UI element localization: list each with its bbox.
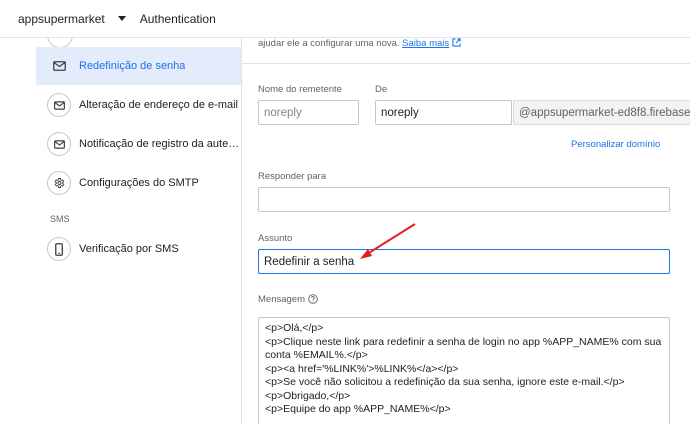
sender-name-input[interactable]: noreply (258, 100, 359, 125)
help-circle-icon[interactable] (308, 294, 318, 304)
phone-icon (47, 237, 71, 261)
reply-to-input[interactable] (258, 187, 670, 212)
sidebar-item-sms-verification[interactable]: Verificação por SMS (36, 230, 241, 268)
customize-domain-button[interactable]: Personalizar domínio (571, 139, 660, 150)
sms-section-header: SMS (50, 214, 70, 224)
from-domain-field: @appsupermarket-ed8f8.firebaseapp.com (513, 100, 690, 125)
reply-to-label: Responder para (258, 171, 327, 182)
templates-sidebar: Redefinição de senha Alteração de endere… (36, 38, 242, 424)
from-input[interactable]: noreply (375, 100, 512, 125)
message-line: <p>Se você não solicitou a redefinição d… (265, 376, 625, 388)
sidebar-item-password-reset[interactable]: Redefinição de senha (36, 47, 241, 85)
header-divider (242, 63, 690, 64)
envelope-icon (47, 93, 71, 117)
subject-label: Assunto (258, 233, 293, 244)
message-line: <p>Olá,</p> (265, 322, 324, 334)
envelope-icon (47, 54, 71, 78)
external-link-icon[interactable] (452, 38, 461, 47)
sidebar-item-email-change[interactable]: Alteração de endereço de e-mail (36, 86, 241, 124)
template-editor: ajudar ele a configurar uma nova. Saiba … (242, 38, 690, 424)
sidebar-item-label: Redefinição de senha (79, 60, 186, 72)
sender-name-label: Nome do remetente (258, 84, 342, 95)
message-line: <p>Clique neste link para redefinir a se… (265, 335, 665, 362)
message-line: <p><a href='%LINK%'>%LINK%</a></p> (265, 362, 459, 375)
envelope-icon (47, 132, 71, 156)
sidebar-item-smtp-settings[interactable]: Configurações do SMTP (36, 164, 241, 202)
project-name[interactable]: appsupermarket (18, 12, 105, 26)
sidebar-item-label: Notificação de registro da autenticação … (79, 138, 241, 150)
sidebar-item-mfa-notification[interactable]: Notificação de registro da autenticação … (36, 125, 241, 163)
learn-more-link[interactable]: Saiba mais (402, 38, 449, 49)
message-line: <p>Equipe do app %APP_NAME%</p> (265, 403, 451, 415)
sidebar-item-label: Configurações do SMTP (79, 177, 199, 189)
message-line: <p>Obrigado,</p> (265, 389, 351, 402)
sidebar-item-label: Verificação por SMS (79, 243, 179, 255)
subject-input[interactable]: Redefinir a senha (258, 249, 670, 274)
template-help-text: ajudar ele a configurar uma nova. Saiba … (258, 38, 461, 49)
project-dropdown-caret-icon[interactable] (117, 16, 126, 21)
message-label: Mensagem (258, 294, 318, 305)
from-label: De (375, 84, 388, 95)
section-title: Authentication (139, 11, 216, 26)
sidebar-item-label: Alteração de endereço de e-mail (79, 99, 238, 111)
top-bar: appsupermarket Authentication (0, 0, 690, 38)
message-textarea[interactable]: <p>Olá,</p> <p>Clique neste link para re… (258, 317, 670, 424)
gear-icon (47, 171, 71, 195)
